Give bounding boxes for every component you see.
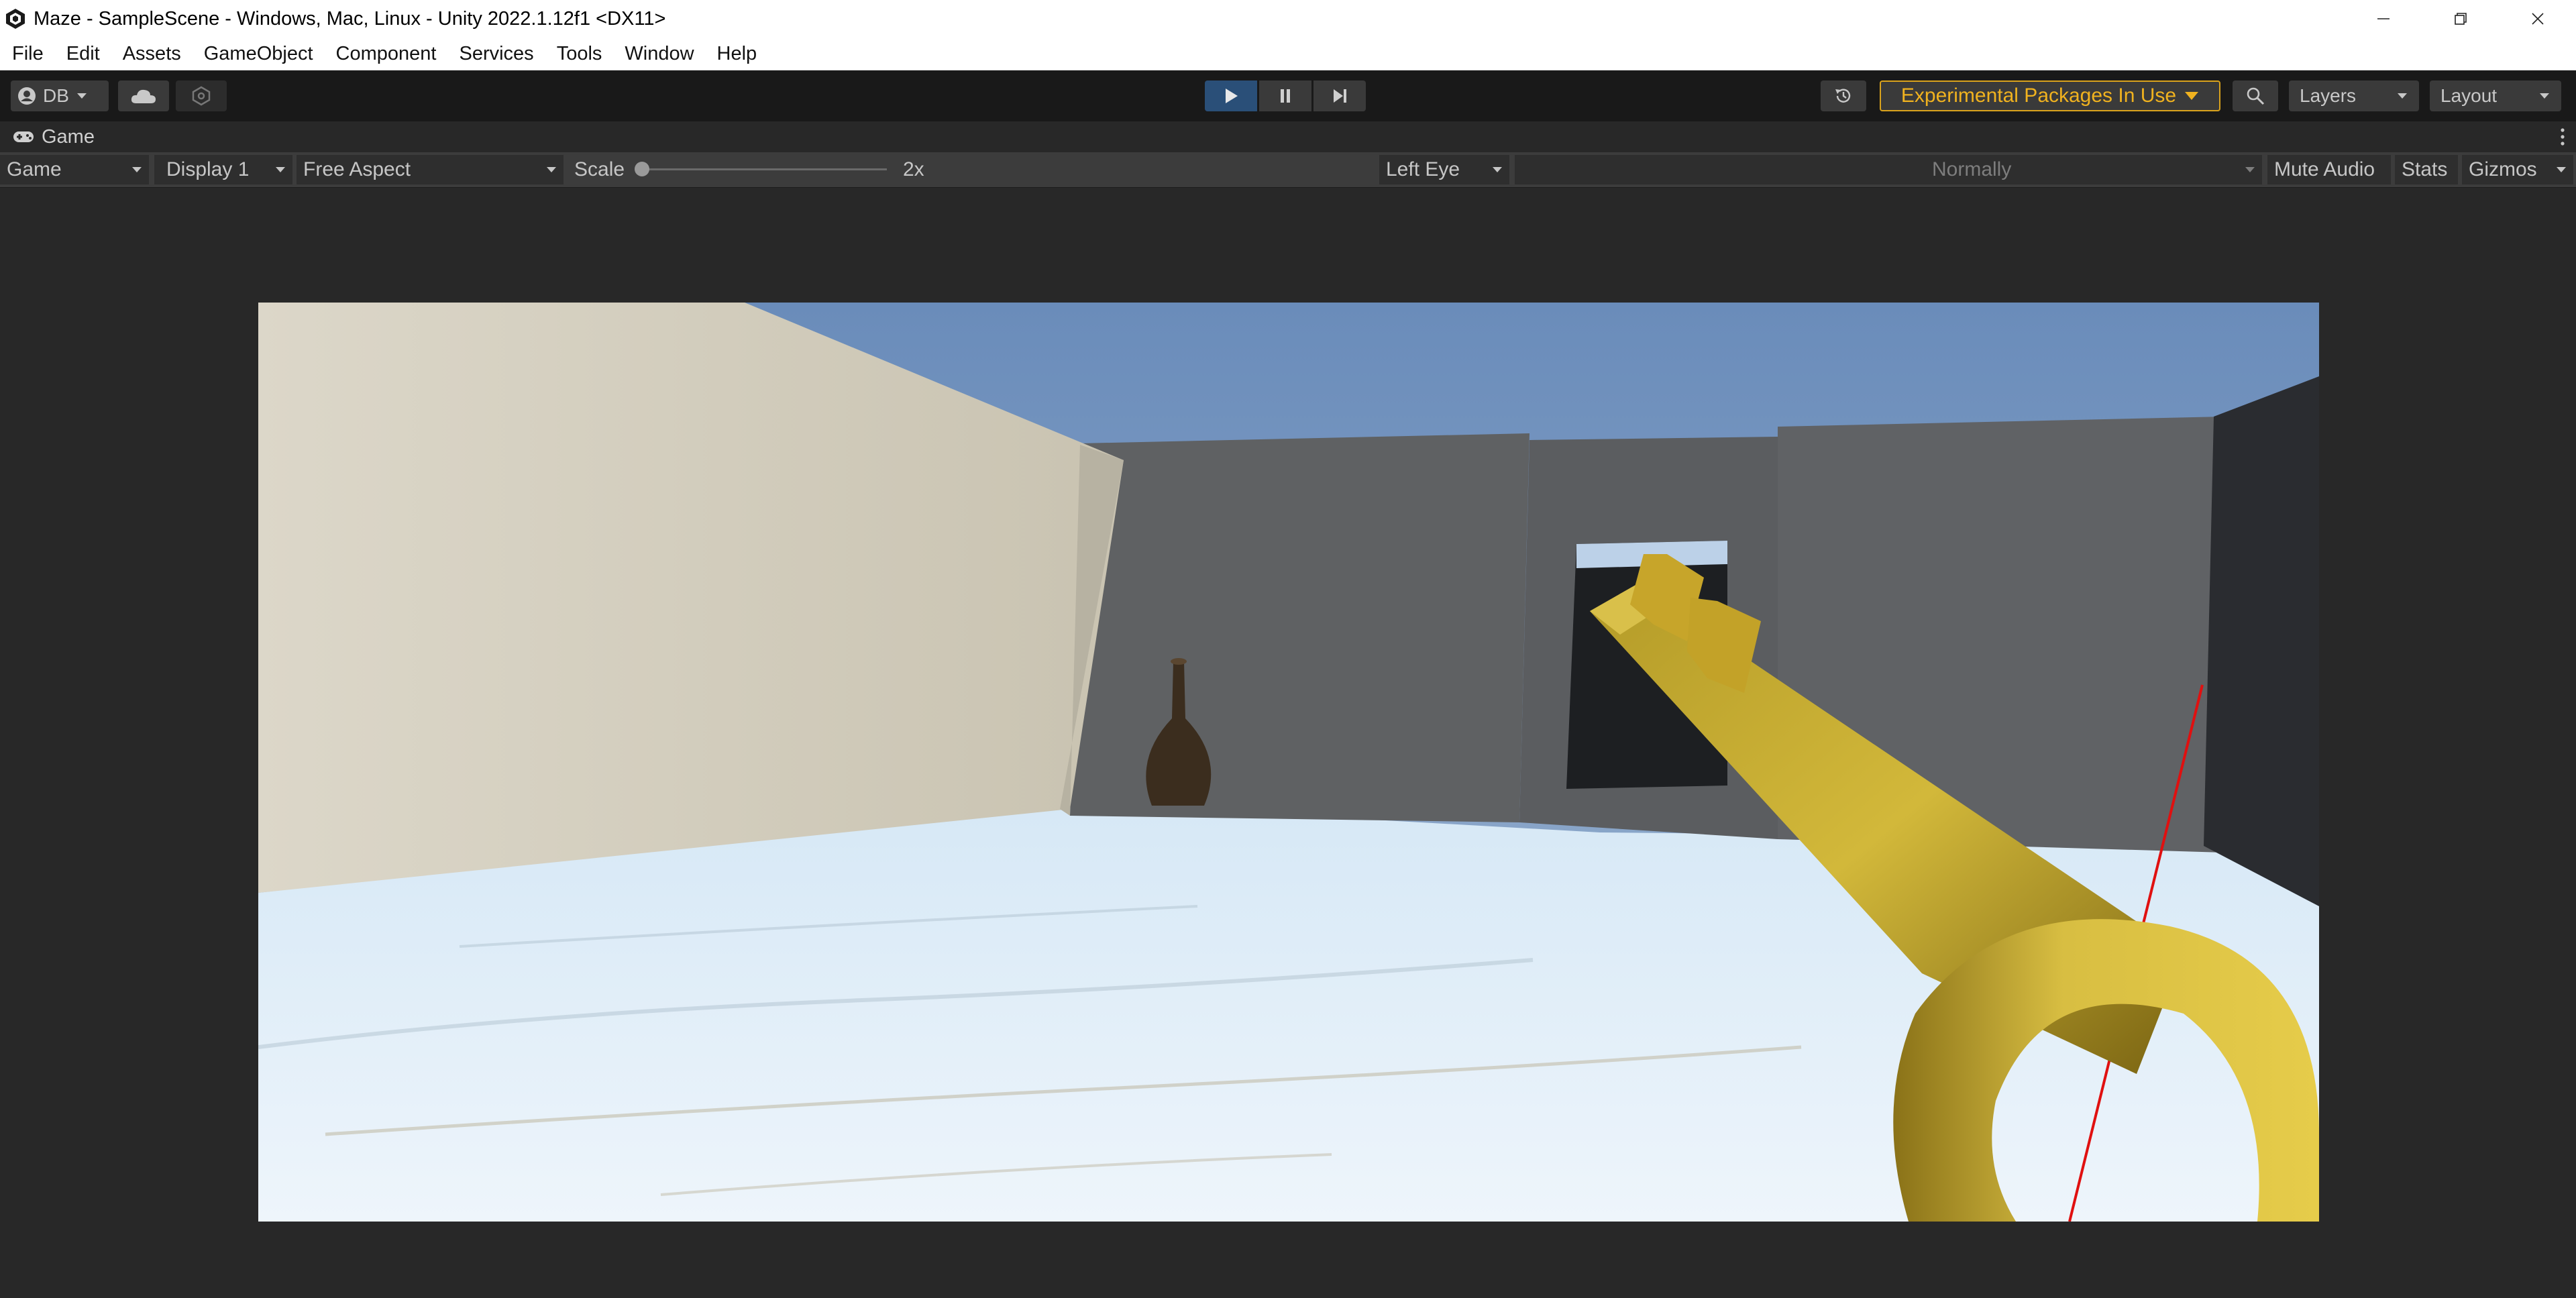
cloud-button[interactable] bbox=[118, 80, 169, 111]
main-toolbar: DB Experimental Packages In Use Layers L… bbox=[0, 70, 2576, 121]
chevron-down-icon bbox=[76, 93, 87, 99]
game-tab-bar: Game bbox=[0, 121, 2576, 152]
empty-field bbox=[1515, 155, 1925, 184]
search-icon bbox=[2247, 87, 2265, 105]
menu-component[interactable]: Component bbox=[325, 43, 448, 65]
menu-bar: File Edit Assets GameObject Component Se… bbox=[0, 38, 2576, 70]
account-label: DB bbox=[43, 85, 69, 106]
stats-label: Stats bbox=[2402, 158, 2448, 180]
view-select-dropdown[interactable]: Game bbox=[0, 155, 149, 184]
gizmos-label: Gizmos bbox=[2469, 158, 2537, 180]
kebab-menu-icon[interactable] bbox=[2559, 125, 2567, 148]
window-title: Maze - SampleScene - Windows, Mac, Linux… bbox=[34, 7, 666, 30]
scale-value: 2x bbox=[903, 158, 924, 180]
window-titlebar: Maze - SampleScene - Windows, Mac, Linux… bbox=[0, 0, 2576, 38]
restore-icon bbox=[2454, 13, 2467, 25]
menu-help[interactable]: Help bbox=[706, 43, 769, 65]
menu-tools[interactable]: Tools bbox=[545, 43, 614, 65]
chevron-down-icon bbox=[1493, 167, 1502, 172]
minimize-icon bbox=[2377, 18, 2390, 19]
view-select-label: Game bbox=[7, 158, 62, 180]
chevron-down-icon bbox=[132, 167, 142, 172]
eye-label: Left Eye bbox=[1386, 158, 1460, 180]
playmode-controls bbox=[1205, 80, 1366, 111]
chevron-down-icon bbox=[2557, 167, 2566, 172]
play-focus-label: Normally bbox=[1932, 158, 2012, 180]
menu-file[interactable]: File bbox=[0, 43, 55, 65]
gamepad-icon bbox=[13, 131, 34, 142]
restore-button[interactable] bbox=[2422, 0, 2499, 38]
chevron-down-icon bbox=[2245, 167, 2255, 172]
step-icon bbox=[1334, 89, 1346, 103]
back-wall-left bbox=[1070, 433, 1529, 822]
account-icon bbox=[18, 87, 36, 105]
search-button[interactable] bbox=[2233, 80, 2278, 111]
collab-button[interactable] bbox=[176, 80, 227, 111]
cloud-icon bbox=[131, 89, 156, 103]
layers-label: Layers bbox=[2300, 85, 2357, 106]
experimental-label: Experimental Packages In Use bbox=[1900, 85, 2177, 107]
scale-label: Scale bbox=[574, 158, 625, 180]
game-view-toolbar: Game Display 1 Free Aspect Scale 2x Left… bbox=[0, 152, 2576, 188]
menu-assets[interactable]: Assets bbox=[111, 43, 193, 65]
step-button[interactable] bbox=[1313, 80, 1366, 111]
pause-button[interactable] bbox=[1259, 80, 1311, 111]
scale-slider-track[interactable] bbox=[641, 168, 887, 170]
menu-services[interactable]: Services bbox=[447, 43, 545, 65]
display-label: Display 1 bbox=[166, 158, 250, 180]
history-icon bbox=[1835, 89, 1851, 103]
close-button[interactable] bbox=[2499, 0, 2576, 38]
scene-render bbox=[258, 303, 2319, 1222]
game-render-view[interactable] bbox=[258, 303, 2319, 1222]
chevron-down-icon bbox=[2185, 92, 2199, 100]
pause-icon bbox=[1281, 89, 1290, 103]
gizmos-toggle[interactable]: Gizmos bbox=[2462, 155, 2573, 184]
eye-dropdown[interactable]: Left Eye bbox=[1379, 155, 1509, 184]
play-button[interactable] bbox=[1205, 80, 1257, 111]
mute-audio-label: Mute Audio bbox=[2274, 158, 2375, 180]
close-icon bbox=[2531, 13, 2544, 25]
undo-history-button[interactable] bbox=[1821, 80, 1866, 111]
aspect-dropdown[interactable]: Free Aspect bbox=[297, 155, 564, 184]
chevron-down-icon bbox=[2540, 93, 2549, 99]
menu-gameobject[interactable]: GameObject bbox=[193, 43, 325, 65]
layout-dropdown[interactable]: Layout bbox=[2430, 80, 2561, 111]
tab-game-label: Game bbox=[42, 125, 95, 148]
unity-logo-icon bbox=[6, 9, 25, 29]
display-dropdown[interactable]: Display 1 bbox=[154, 155, 292, 184]
chevron-down-icon bbox=[2398, 93, 2407, 99]
menu-window[interactable]: Window bbox=[613, 43, 705, 65]
scale-slider-thumb[interactable] bbox=[635, 162, 649, 176]
right-wall bbox=[2204, 376, 2319, 906]
stats-toggle[interactable]: Stats bbox=[2395, 155, 2458, 184]
scale-control: Scale 2x bbox=[568, 155, 1373, 184]
play-icon bbox=[1226, 89, 1238, 103]
tab-game[interactable]: Game bbox=[0, 121, 126, 152]
mute-audio-toggle[interactable]: Mute Audio bbox=[2267, 155, 2391, 184]
collab-icon bbox=[192, 86, 211, 106]
play-focus-dropdown[interactable]: Normally bbox=[1925, 155, 2262, 184]
minimize-button[interactable] bbox=[2345, 0, 2422, 38]
aspect-label: Free Aspect bbox=[303, 158, 411, 180]
account-dropdown[interactable]: DB bbox=[11, 80, 109, 111]
menu-edit[interactable]: Edit bbox=[55, 43, 111, 65]
chevron-down-icon bbox=[276, 167, 285, 172]
chevron-down-icon bbox=[547, 167, 556, 172]
layout-label: Layout bbox=[2440, 85, 2498, 106]
layers-dropdown[interactable]: Layers bbox=[2289, 80, 2419, 111]
experimental-packages-button[interactable]: Experimental Packages In Use bbox=[1880, 80, 2220, 111]
